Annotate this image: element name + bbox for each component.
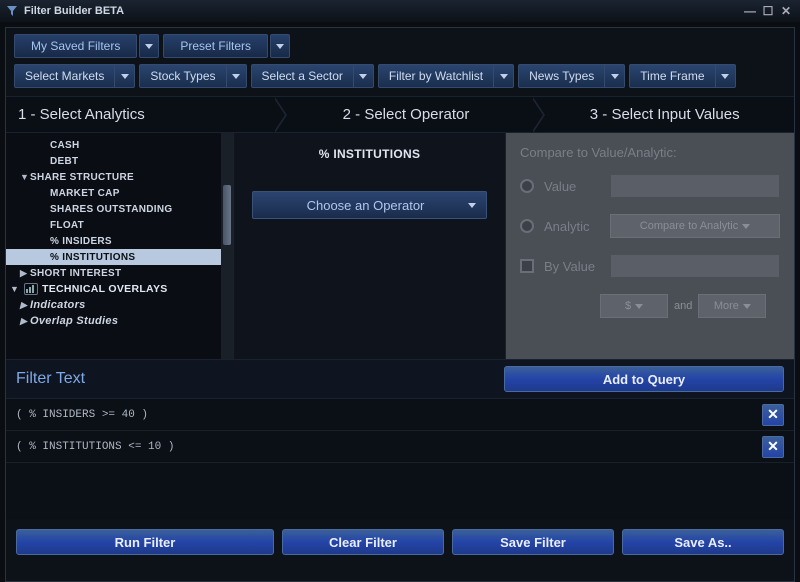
unit-dropdown[interactable]: $ — [600, 294, 668, 318]
save-filter-button[interactable]: Save Filter — [452, 529, 614, 555]
tree-item-label: % INSTITUTIONS — [50, 252, 135, 263]
dd-stock-types: Stock Types — [139, 64, 246, 88]
chart-icon — [24, 283, 38, 295]
dd-filter-watchlist: Filter by Watchlist — [378, 64, 514, 88]
value-input[interactable] — [610, 174, 780, 198]
tree-item[interactable]: CASH — [6, 137, 221, 153]
panels: CASHDEBT▼SHARE STRUCTUREMARKET CAPSHARES… — [6, 133, 794, 359]
filter-expression: ( % INSTITUTIONS <= 10 ) — [16, 441, 762, 453]
tree-item[interactable]: ▼ TECHNICAL OVERLAYS — [6, 281, 221, 297]
tree-item-label: % INSIDERS — [50, 236, 112, 247]
delete-row-button[interactable]: ✕ — [762, 404, 784, 426]
filter-expression: ( % INSIDERS >= 40 ) — [16, 409, 762, 421]
step-header: 1 - Select Analytics 2 - Select Operator… — [6, 97, 794, 133]
input-values-panel: Compare to Value/Analytic: Value Analyti… — [506, 133, 794, 359]
dd-select-markets: Select Markets — [14, 64, 135, 88]
chevron-down-icon[interactable] — [139, 34, 159, 58]
tab-preset-filters: Preset Filters — [163, 34, 290, 58]
caret-icon: ▼ — [20, 172, 29, 182]
tree-item-label: SHORT INTEREST — [30, 268, 121, 279]
caret-icon: ▶ — [20, 268, 27, 279]
chevron-down-icon[interactable] — [716, 64, 736, 88]
step-3-label: 3 - Select Input Values — [535, 97, 794, 132]
tree-item[interactable]: SHARES OUTSTANDING — [6, 201, 221, 217]
filter-text-rows: ( % INSIDERS >= 40 ) ✕ ( % INSTITUTIONS … — [6, 399, 794, 519]
tree-item[interactable]: FLOAT — [6, 217, 221, 233]
by-value-label: By Value — [544, 259, 600, 274]
tree-item[interactable]: % INSTITUTIONS — [6, 249, 221, 265]
run-filter-button[interactable]: Run Filter — [16, 529, 274, 555]
compare-header: Compare to Value/Analytic: — [520, 145, 780, 160]
caret-icon: ▶ — [20, 316, 27, 327]
chevron-down-icon[interactable] — [605, 64, 625, 88]
tree-item-label: SHARES OUTSTANDING — [50, 204, 172, 215]
top-tabs: My Saved Filters Preset Filters — [6, 28, 794, 62]
direction-dropdown[interactable]: More — [698, 294, 766, 318]
filter-text-header: Filter Text Add to Query — [6, 359, 794, 399]
tree-scrollbar[interactable] — [221, 133, 233, 359]
window: Filter Builder BETA — ☐ ✕ My Saved Filte… — [0, 0, 800, 572]
tree-item[interactable]: MARKET CAP — [6, 185, 221, 201]
step-2-label: 2 - Select Operator — [277, 97, 536, 132]
caret-icon: ▼ — [10, 284, 19, 294]
tree-item[interactable]: ▶Overlap Studies — [6, 313, 221, 329]
and-label: and — [674, 300, 692, 312]
bottom-bar: Run Filter Clear Filter Save Filter Save… — [6, 519, 794, 565]
dd-news-types: News Types — [518, 64, 625, 88]
chevron-down-icon[interactable] — [227, 64, 247, 88]
tree-item-label: MARKET CAP — [50, 188, 120, 199]
close-button[interactable]: ✕ — [778, 4, 794, 18]
tree-item-label: SHARE STRUCTURE — [30, 172, 134, 183]
funnel-icon — [6, 5, 18, 17]
save-as-button[interactable]: Save As.. — [622, 529, 784, 555]
chevron-down-icon — [468, 203, 476, 208]
window-title: Filter Builder BETA — [24, 5, 124, 17]
filter-row: ( % INSIDERS >= 40 ) ✕ — [6, 399, 794, 431]
filter-text-title: Filter Text — [16, 370, 504, 388]
by-value-input[interactable] — [610, 254, 780, 278]
add-to-query-button[interactable]: Add to Query — [504, 366, 784, 392]
tab-my-saved-filters: My Saved Filters — [14, 34, 159, 58]
chevron-down-icon[interactable] — [354, 64, 374, 88]
step-1-label: 1 - Select Analytics — [6, 97, 277, 132]
value-radio[interactable] — [520, 179, 534, 193]
filter-bar: Select Markets Stock Types Select a Sect… — [6, 62, 794, 97]
tree-item[interactable]: ▼SHARE STRUCTURE — [6, 169, 221, 185]
dd-select-sector: Select a Sector — [251, 64, 374, 88]
clear-filter-button[interactable]: Clear Filter — [282, 529, 444, 555]
analytic-label: Analytic — [544, 219, 600, 234]
operator-panel: % INSTITUTIONS Choose an Operator — [234, 133, 506, 359]
selected-analytic-label: % INSTITUTIONS — [252, 147, 487, 161]
analytics-tree-panel: CASHDEBT▼SHARE STRUCTUREMARKET CAPSHARES… — [6, 133, 234, 359]
dd-time-frame: Time Frame — [629, 64, 735, 88]
by-value-checkbox[interactable] — [520, 259, 534, 273]
tree-item-label: TECHNICAL OVERLAYS — [42, 283, 168, 295]
value-label: Value — [544, 179, 600, 194]
minimize-button[interactable]: — — [742, 4, 758, 18]
chevron-down-icon[interactable] — [270, 34, 290, 58]
delete-row-button[interactable]: ✕ — [762, 436, 784, 458]
maximize-button[interactable]: ☐ — [760, 4, 776, 18]
tree-item[interactable]: ▶SHORT INTEREST — [6, 265, 221, 281]
filter-row: ( % INSTITUTIONS <= 10 ) ✕ — [6, 431, 794, 463]
tree-item-label: Overlap Studies — [30, 315, 118, 327]
chevron-down-icon[interactable] — [115, 64, 135, 88]
content-frame: My Saved Filters Preset Filters Select M… — [5, 27, 795, 582]
analytic-radio[interactable] — [520, 219, 534, 233]
tree-item[interactable]: DEBT — [6, 153, 221, 169]
caret-icon: ▶ — [20, 300, 27, 311]
titlebar: Filter Builder BETA — ☐ ✕ — [0, 0, 800, 22]
tree-item[interactable]: % INSIDERS — [6, 233, 221, 249]
tree-item-label: CASH — [50, 140, 80, 151]
chevron-down-icon[interactable] — [494, 64, 514, 88]
tree-item-label: DEBT — [50, 156, 78, 167]
compare-analytic-dropdown[interactable]: Compare to Analytic — [610, 214, 780, 238]
choose-operator-dropdown[interactable]: Choose an Operator — [252, 191, 487, 219]
tree-item-label: FLOAT — [50, 220, 84, 231]
tree-item-label: Indicators — [30, 299, 86, 311]
tree-item[interactable]: ▶Indicators — [6, 297, 221, 313]
